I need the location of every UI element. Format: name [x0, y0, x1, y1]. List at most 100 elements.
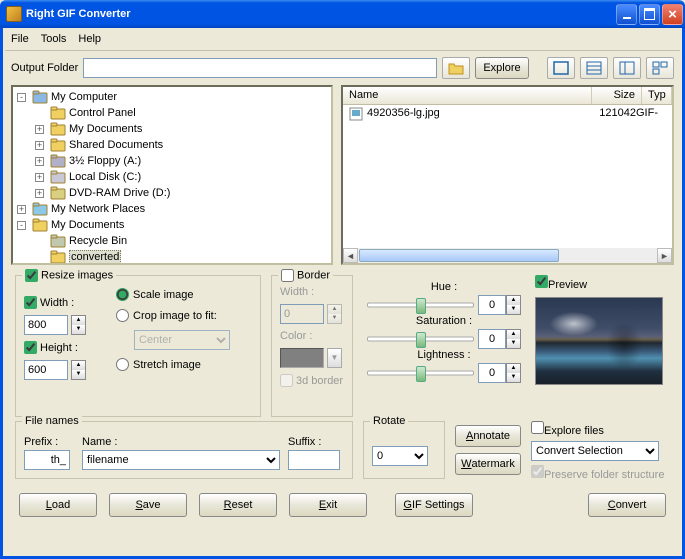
- scroll-left-icon[interactable]: ◄: [343, 248, 358, 263]
- minimize-button[interactable]: [616, 4, 637, 25]
- saturation-spinner[interactable]: ▲▼: [506, 329, 521, 349]
- view-details-icon[interactable]: [613, 57, 641, 79]
- menubar: File Tools Help: [5, 30, 680, 51]
- tree-item[interactable]: +My Network Places: [15, 201, 329, 217]
- preview-label: Preview: [548, 279, 587, 291]
- view-large-icon[interactable]: [547, 57, 575, 79]
- scale-radio[interactable]: [116, 288, 129, 301]
- rotate-select[interactable]: 0: [372, 446, 428, 466]
- hue-input[interactable]: [478, 295, 506, 315]
- height-input[interactable]: [24, 360, 68, 380]
- watermark-button[interactable]: Watermark: [455, 453, 521, 475]
- color-adjust-group: Hue : ▲▼ Saturation : ▲▼ Lightness : ▲▼: [363, 275, 525, 417]
- suffix-input[interactable]: [288, 450, 340, 470]
- browse-folder-button[interactable]: [442, 57, 470, 79]
- width-input[interactable]: [24, 315, 68, 335]
- scroll-right-icon[interactable]: ►: [657, 248, 672, 263]
- explore-files-label: Explore files: [544, 425, 604, 437]
- convert-mode-select[interactable]: Convert Selection: [531, 441, 659, 461]
- filenames-legend: File names: [22, 415, 82, 427]
- crop-radio[interactable]: [116, 309, 129, 322]
- saturation-label: Saturation :: [367, 315, 521, 327]
- gif-settings-button[interactable]: GIF Settings: [395, 493, 473, 517]
- explore-group: Explore files Convert Selection Preserve…: [531, 421, 670, 481]
- app-icon: [6, 6, 22, 22]
- height-spinner[interactable]: ▲▼: [71, 360, 86, 380]
- 3d-border-label: 3d border: [296, 375, 343, 387]
- preview-checkbox[interactable]: [535, 275, 548, 288]
- explore-files-checkbox[interactable]: [531, 421, 544, 434]
- up-arrow-icon[interactable]: ▲: [72, 316, 85, 325]
- view-thumbs-icon[interactable]: [646, 57, 674, 79]
- list-row[interactable]: 4920356-lg.jpg121042GIF-: [343, 105, 672, 123]
- 3d-border-checkbox: [280, 374, 293, 387]
- border-color-swatch: [280, 348, 324, 368]
- lightness-input[interactable]: [478, 363, 506, 383]
- window-title: Right GIF Converter: [26, 8, 131, 20]
- width-spinner[interactable]: ▲▼: [71, 315, 86, 335]
- lightness-spinner[interactable]: ▲▼: [506, 363, 521, 383]
- folder-tree[interactable]: -My ComputerControl Panel+My Documents+S…: [11, 85, 333, 265]
- lightness-slider[interactable]: [367, 364, 474, 382]
- tree-item[interactable]: +3½ Floppy (A:): [15, 153, 329, 169]
- saturation-input[interactable]: [478, 329, 506, 349]
- convert-button[interactable]: Convert: [588, 493, 666, 517]
- menu-file[interactable]: File: [11, 33, 29, 45]
- scale-label: Scale image: [133, 289, 194, 301]
- hue-spinner[interactable]: ▲▼: [506, 295, 521, 315]
- menu-tools[interactable]: Tools: [41, 33, 67, 45]
- maximize-button[interactable]: [639, 4, 660, 25]
- saturation-slider[interactable]: [367, 330, 474, 348]
- border-legend: Border: [297, 269, 330, 281]
- scroll-thumb[interactable]: [359, 249, 559, 262]
- down-arrow-icon[interactable]: ▼: [72, 370, 85, 379]
- exit-button[interactable]: Exit: [289, 493, 367, 517]
- prefix-input[interactable]: [24, 450, 70, 470]
- list-hscrollbar[interactable]: ◄ ►: [343, 248, 672, 263]
- name-select[interactable]: filename: [82, 450, 280, 470]
- preview-group: Preview: [535, 275, 670, 417]
- border-width-spinner: ▲▼: [327, 304, 342, 324]
- save-button[interactable]: Save: [109, 493, 187, 517]
- rotate-group: Rotate 0: [363, 421, 445, 479]
- annotate-button[interactable]: Annotate: [455, 425, 521, 447]
- filenames-group: File names Prefix : Name :filename Suffi…: [15, 421, 353, 479]
- down-arrow-icon[interactable]: ▼: [72, 325, 85, 334]
- tree-item[interactable]: Recycle Bin: [15, 233, 329, 249]
- resize-checkbox[interactable]: [25, 269, 38, 282]
- view-list-icon[interactable]: [580, 57, 608, 79]
- tree-item[interactable]: +Local Disk (C:): [15, 169, 329, 185]
- hue-slider[interactable]: [367, 296, 474, 314]
- col-size[interactable]: Size: [592, 87, 642, 104]
- lightness-label: Lightness :: [367, 349, 521, 361]
- explore-button[interactable]: Explore: [475, 57, 529, 79]
- up-arrow-icon[interactable]: ▲: [72, 361, 85, 370]
- width-checkbox[interactable]: [24, 296, 37, 309]
- col-type[interactable]: Typ: [642, 87, 672, 104]
- close-button[interactable]: [662, 4, 683, 25]
- tree-item[interactable]: -My Computer: [15, 89, 329, 105]
- crop-label: Crop image to fit:: [133, 310, 217, 322]
- file-list[interactable]: Name Size Typ 4920356-lg.jpg121042GIF- ◄…: [341, 85, 674, 265]
- preserve-label: Preserve folder structure: [544, 469, 664, 481]
- resize-group: Resize images Width : ▲▼ Height : ▲▼ Sca…: [15, 275, 261, 417]
- stretch-radio[interactable]: [116, 358, 129, 371]
- tree-item[interactable]: +DVD-RAM Drive (D:): [15, 185, 329, 201]
- tree-item[interactable]: -My Documents: [15, 217, 329, 233]
- menu-help[interactable]: Help: [78, 33, 101, 45]
- border-checkbox[interactable]: [281, 269, 294, 282]
- border-width-label: Width :: [280, 286, 344, 298]
- reset-button[interactable]: Reset: [199, 493, 277, 517]
- tree-item[interactable]: +Shared Documents: [15, 137, 329, 153]
- height-checkbox[interactable]: [24, 341, 37, 354]
- crop-align-select: Center: [134, 330, 230, 350]
- tree-item[interactable]: Control Panel: [15, 105, 329, 121]
- prefix-label: Prefix :: [24, 436, 74, 448]
- load-button[interactable]: Load: [19, 493, 97, 517]
- output-folder-input[interactable]: [83, 58, 437, 78]
- tree-item[interactable]: +My Documents: [15, 121, 329, 137]
- col-name[interactable]: Name: [343, 87, 592, 104]
- tree-item[interactable]: converted: [15, 249, 329, 263]
- name-label: Name :: [82, 436, 280, 448]
- height-label: Height :: [40, 342, 78, 354]
